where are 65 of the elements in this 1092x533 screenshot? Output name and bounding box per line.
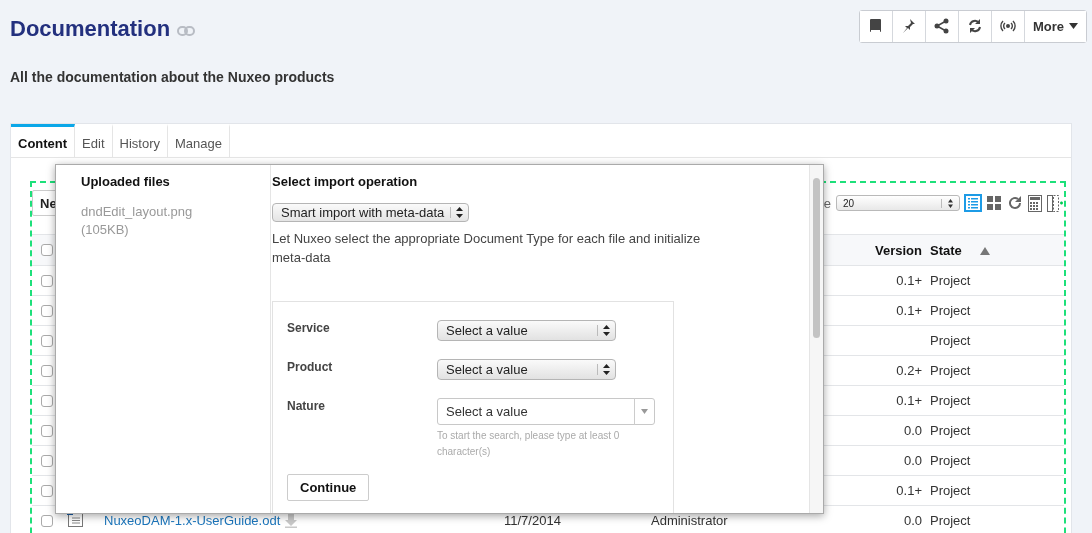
state-cell: Project <box>930 273 971 288</box>
version-cell: 0.0 <box>903 453 922 468</box>
page-size-label: e <box>823 195 831 211</box>
state-cell: Project <box>930 333 971 348</box>
operation-description: Let Nuxeo select the appropriate Document Type for each file and initialize meta-data <box>272 230 702 267</box>
add-column-icon[interactable] <box>1047 194 1063 212</box>
page-size-select[interactable]: 20 <box>836 195 960 211</box>
list-view-icon[interactable] <box>965 195 981 211</box>
row-checkbox[interactable] <box>41 394 53 407</box>
share-icon <box>933 18 950 34</box>
import-operation-select[interactable]: Smart import with meta-data <box>272 203 470 222</box>
file-size: (105KB) <box>81 221 130 239</box>
version-cell: 0.1+ <box>896 393 922 408</box>
row-checkbox[interactable] <box>41 484 53 497</box>
more-button[interactable]: More <box>1023 10 1086 42</box>
row-checkbox[interactable] <box>41 304 53 317</box>
tab[interactable]: Content <box>11 124 76 157</box>
state-cell: Project <box>930 483 971 498</box>
version-cell: 0.2+ <box>896 363 922 378</box>
column-header[interactable]: State <box>930 242 962 258</box>
section-heading: Select import operation <box>272 174 419 189</box>
select-field[interactable]: Select a value <box>437 359 616 380</box>
broadcast-icon <box>999 18 1016 34</box>
row-checkbox[interactable] <box>41 424 53 437</box>
row-checkbox[interactable] <box>41 514 53 527</box>
version-cell: 0.1+ <box>896 303 922 318</box>
caret-icon <box>1069 23 1078 29</box>
pin-icon <box>900 18 917 34</box>
grid-view-icon[interactable] <box>986 195 1002 211</box>
version-cell: 0.0 <box>903 513 922 528</box>
refresh-icon <box>966 18 983 34</box>
page-description: All the documentation about the Nuxeo products <box>10 69 336 85</box>
book-icon <box>867 18 884 34</box>
state-cell: Project <box>930 303 971 318</box>
author-cell: Administrator <box>651 513 728 528</box>
field-label: Service <box>287 320 331 337</box>
state-cell: Project <box>930 363 971 378</box>
row-checkbox[interactable] <box>41 454 53 467</box>
version-cell: 0.1+ <box>896 483 922 498</box>
download-icon[interactable] <box>284 513 299 528</box>
select-field[interactable]: Select a value <box>437 320 616 341</box>
state-cell: Project <box>930 423 971 438</box>
document-link[interactable]: NuxeoDAM-1.x-UserGuide.odt <box>104 513 281 528</box>
field-label: Product <box>287 359 334 376</box>
state-cell: Project <box>930 513 971 528</box>
section-heading: Uploaded files <box>81 174 171 189</box>
version-cell: 0.0 <box>903 423 922 438</box>
version-cell: 0.1+ <box>896 273 922 288</box>
select-all-checkbox[interactable] <box>41 244 53 256</box>
row-checkbox[interactable] <box>41 274 53 287</box>
scrollbar[interactable] <box>809 165 823 513</box>
field-label: Nature <box>287 398 326 415</box>
row-checkbox[interactable] <box>41 364 53 377</box>
link-icon <box>177 26 196 36</box>
row-checkbox[interactable] <box>41 334 53 347</box>
field-hint: To start the search, please type at least 0 character(s) <box>437 429 621 459</box>
continue-button[interactable]: Continue <box>287 474 370 501</box>
date-cell: 11/7/2014 <box>504 513 561 528</box>
spreadsheet-icon[interactable] <box>1028 194 1042 212</box>
state-cell: Project <box>930 453 971 468</box>
state-cell: Project <box>930 393 971 408</box>
refresh-icon[interactable] <box>1007 195 1023 211</box>
page-title: Documentation <box>10 16 171 42</box>
file-name: dndEdit_layout.png <box>81 203 194 221</box>
search-select-field[interactable]: Select a value <box>437 398 655 425</box>
